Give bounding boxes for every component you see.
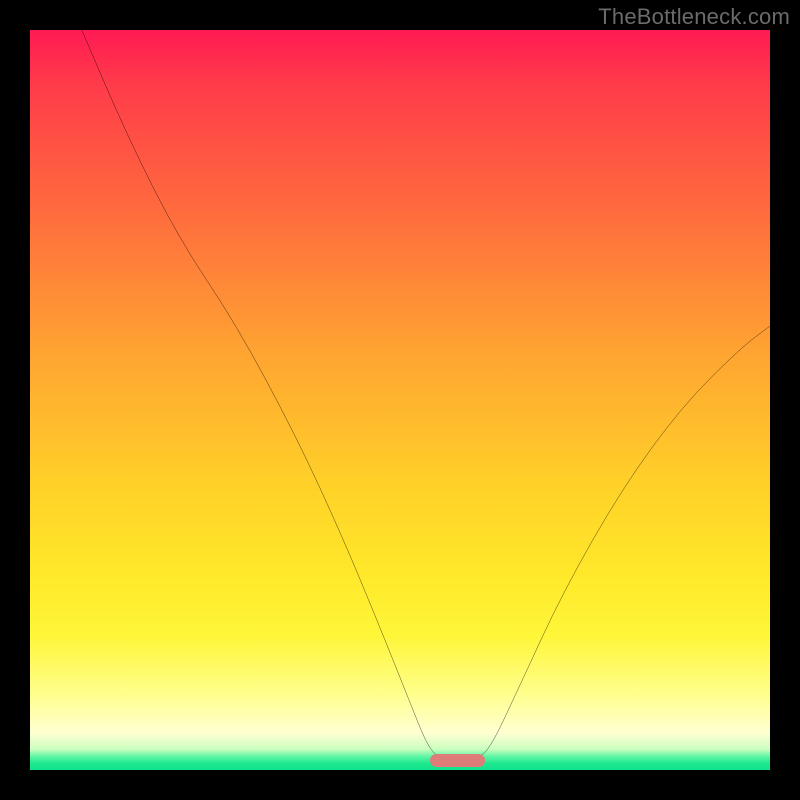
plot-area [30, 30, 770, 770]
watermark-label: TheBottleneck.com [598, 4, 790, 30]
bottleneck-curve [30, 30, 770, 770]
optimal-marker [430, 754, 486, 767]
chart-frame: TheBottleneck.com [0, 0, 800, 800]
curve-path [82, 30, 770, 759]
